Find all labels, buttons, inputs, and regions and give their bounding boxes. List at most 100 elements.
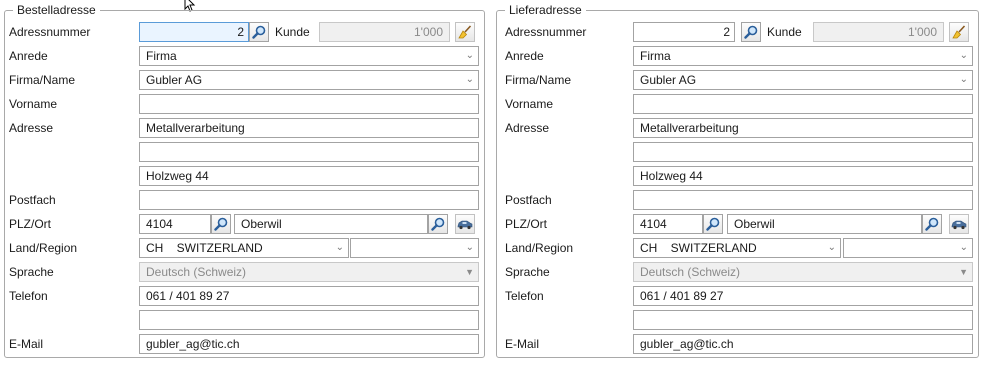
ort-input[interactable]: Oberwil <box>727 214 922 234</box>
label-telefon: Telefon <box>9 289 48 303</box>
label-email: E-Mail <box>505 337 540 351</box>
row-firma: Firma/Name Gubler AG ⌄ <box>497 70 978 90</box>
firma-value: Gubler AG <box>640 73 697 87</box>
row-vorname: Vorname <box>497 94 978 114</box>
firma-select[interactable]: Gubler AG ⌄ <box>633 70 973 90</box>
clear-button[interactable] <box>455 22 475 42</box>
row-adresse2 <box>5 142 484 162</box>
adresse-line2-input[interactable] <box>139 142 479 162</box>
adresse-line1-input[interactable]: Metallverarbeitung <box>139 118 479 138</box>
row-anrede: Anrede Firma ⌄ <box>497 46 978 66</box>
row-telefon: Telefon 061 / 401 89 27 <box>497 286 978 306</box>
plz-search-button[interactable] <box>703 214 723 234</box>
anrede-select[interactable]: Firma ⌄ <box>139 46 479 66</box>
label-kunde: Kunde <box>275 25 310 39</box>
ort-search-button[interactable] <box>428 214 448 234</box>
sprache-select[interactable]: Deutsch (Schweiz) ▼ <box>633 262 973 282</box>
label-firma: Firma/Name <box>505 73 572 87</box>
email-input[interactable]: gubler_ag@tic.ch <box>633 334 973 354</box>
vorname-input[interactable] <box>139 94 479 114</box>
land-value: CH SWITZERLAND <box>146 241 263 255</box>
telefon-input[interactable]: 061 / 401 89 27 <box>139 286 479 306</box>
broom-icon <box>458 25 472 39</box>
row-firma: Firma/Name Gubler AG ⌄ <box>5 70 484 90</box>
land-select[interactable]: CH SWITZERLAND ⌄ <box>139 238 349 258</box>
row-adresse2 <box>497 142 978 162</box>
row-plz-ort: PLZ/Ort 4104 Oberwil <box>5 214 484 234</box>
postfach-input[interactable] <box>139 190 479 210</box>
region-select[interactable]: ⌄ <box>350 238 479 258</box>
anrede-select[interactable]: Firma ⌄ <box>633 46 973 66</box>
label-postfach: Postfach <box>505 193 552 207</box>
plz-input[interactable]: 4104 <box>633 214 703 234</box>
row-postfach: Postfach <box>5 190 484 210</box>
row-sprache: Sprache Deutsch (Schweiz) ▼ <box>497 262 978 282</box>
region-select[interactable]: ⌄ <box>843 238 973 258</box>
label-sprache: Sprache <box>505 265 550 279</box>
telefon2-input[interactable] <box>633 310 973 330</box>
label-plz-ort: PLZ/Ort <box>9 217 52 231</box>
plz-search-button[interactable] <box>211 214 231 234</box>
adresse-line3-input[interactable]: Holzweg 44 <box>633 166 973 186</box>
row-anrede: Anrede Firma ⌄ <box>5 46 484 66</box>
postfach-input[interactable] <box>633 190 973 210</box>
group-title: Bestelladresse <box>13 2 100 18</box>
row-land: Land/Region CH SWITZERLAND ⌄ ⌄ <box>497 238 978 258</box>
email-input[interactable]: gubler_ag@tic.ch <box>139 334 479 354</box>
row-adresse3: Holzweg 44 <box>5 166 484 186</box>
adressnummer-search-button[interactable] <box>249 22 269 42</box>
firma-select[interactable]: Gubler AG ⌄ <box>139 70 479 90</box>
anrede-value: Firma <box>640 49 671 63</box>
chevron-down-icon: ⌄ <box>335 242 344 253</box>
row-postfach: Postfach <box>497 190 978 210</box>
telefon2-input[interactable] <box>139 310 479 330</box>
telefon-input[interactable]: 061 / 401 89 27 <box>633 286 973 306</box>
row-adresse3: Holzweg 44 <box>497 166 978 186</box>
chevron-down-icon: ⌄ <box>465 74 474 85</box>
clear-button[interactable] <box>949 22 969 42</box>
row-telefon2 <box>5 310 484 330</box>
label-firma: Firma/Name <box>9 73 76 87</box>
chevron-down-icon: ⌄ <box>465 242 474 253</box>
row-vorname: Vorname <box>5 94 484 114</box>
label-land: Land/Region <box>9 241 78 255</box>
sprache-select[interactable]: Deutsch (Schweiz) ▼ <box>139 262 479 282</box>
chevron-down-icon: ⌄ <box>959 74 968 85</box>
plz-input[interactable]: 4104 <box>139 214 211 234</box>
label-adressnummer: Adressnummer <box>9 25 91 39</box>
ort-search-button[interactable] <box>922 214 942 234</box>
adresse-line3-input[interactable]: Holzweg 44 <box>139 166 479 186</box>
firma-value: Gubler AG <box>146 73 203 87</box>
chevron-down-icon: ⌄ <box>959 50 968 61</box>
row-telefon2 <box>497 310 978 330</box>
label-adresse: Adresse <box>9 121 54 135</box>
anrede-value: Firma <box>146 49 177 63</box>
chevron-down-icon: ⌄ <box>959 242 968 253</box>
broom-icon <box>952 25 966 39</box>
kunde-field: 1'000 <box>813 22 944 42</box>
row-land: Land/Region CH SWITZERLAND ⌄ ⌄ <box>5 238 484 258</box>
label-adresse: Adresse <box>505 121 550 135</box>
route-button[interactable] <box>455 214 475 234</box>
adressnummer-input[interactable]: 2 <box>139 22 249 42</box>
vorname-input[interactable] <box>633 94 973 114</box>
label-email: E-Mail <box>9 337 44 351</box>
ort-input[interactable]: Oberwil <box>234 214 428 234</box>
adressnummer-search-button[interactable] <box>741 22 761 42</box>
label-land: Land/Region <box>505 241 574 255</box>
land-value: CH SWITZERLAND <box>640 241 757 255</box>
group-title: Lieferadresse <box>505 2 586 18</box>
route-button[interactable] <box>949 214 969 234</box>
adresse-line1-input[interactable]: Metallverarbeitung <box>633 118 973 138</box>
label-vorname: Vorname <box>9 97 58 111</box>
adresse-line2-input[interactable] <box>633 142 973 162</box>
chevron-down-icon: ⌄ <box>465 50 474 61</box>
row-telefon: Telefon 061 / 401 89 27 <box>5 286 484 306</box>
land-select[interactable]: CH SWITZERLAND ⌄ <box>633 238 841 258</box>
magnifier-icon <box>431 217 445 231</box>
label-anrede: Anrede <box>9 49 48 63</box>
row-adressnummer: Adressnummer 2 Kunde 1'000 <box>5 22 484 42</box>
label-telefon: Telefon <box>505 289 544 303</box>
adressnummer-input[interactable]: 2 <box>633 22 735 42</box>
group-lieferadresse: Lieferadresse Adressnummer 2 Kunde 1'000… <box>496 2 979 358</box>
